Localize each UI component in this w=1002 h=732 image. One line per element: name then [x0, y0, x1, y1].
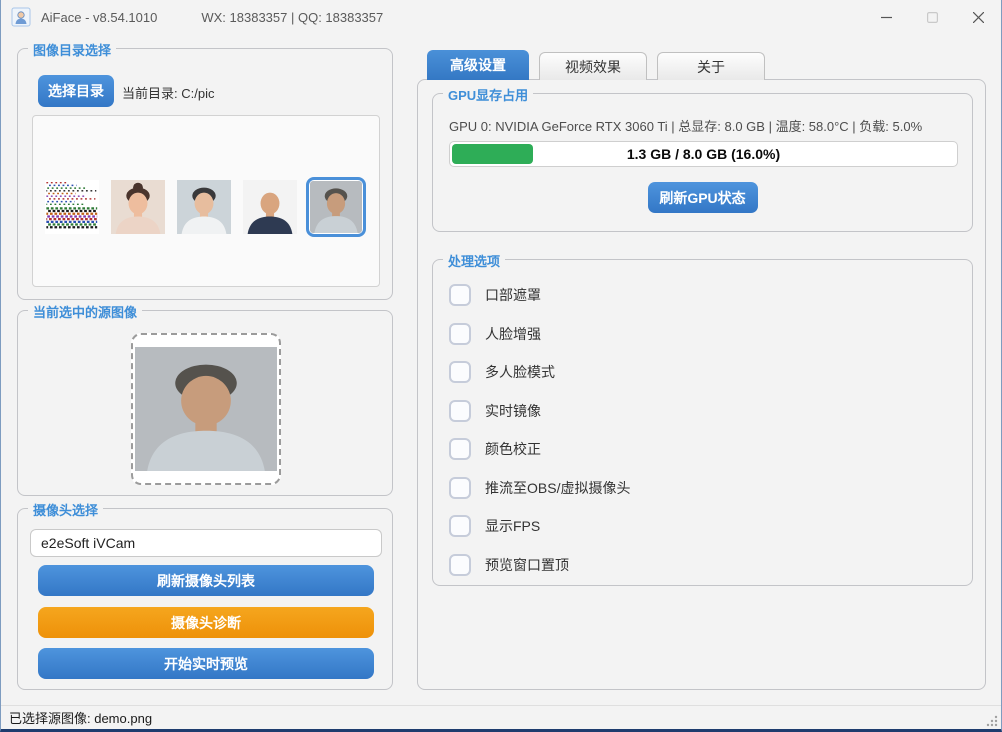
- progress-label: 1.3 GB / 8.0 GB (16.0%): [450, 142, 957, 166]
- processing-options-group: 处理选项 口部遮罩人脸增强多人脸模式实时镜像颜色校正推流至OBS/虚拟摄像头显示…: [432, 259, 973, 586]
- option-row[interactable]: 人脸增强: [449, 323, 541, 345]
- close-icon: [973, 12, 984, 23]
- option-label: 预览窗口置顶: [485, 555, 569, 575]
- thumbnail-young-man[interactable]: [177, 180, 231, 234]
- group-title: 处理选项: [443, 251, 505, 270]
- maximize-icon: [927, 12, 938, 23]
- resize-grip[interactable]: [986, 714, 998, 726]
- camera-group: 摄像头选择 e2eSoft iVCam 刷新摄像头列表 摄像头诊断 开始实时预览: [17, 508, 393, 690]
- group-title: 当前选中的源图像: [28, 302, 142, 321]
- app-logo-icon: [11, 7, 31, 27]
- thumbnail-list: [32, 115, 380, 287]
- thumbnail-bald-man[interactable]: [243, 180, 297, 234]
- option-label: 颜色校正: [485, 439, 541, 459]
- option-row[interactable]: 显示FPS: [449, 515, 540, 537]
- source-image-preview: [131, 333, 281, 485]
- maximize-button[interactable]: [909, 0, 955, 34]
- status-text: 已选择源图像: demo.png: [9, 708, 152, 727]
- option-row[interactable]: 实时镜像: [449, 400, 541, 422]
- checkbox-unchecked-icon[interactable]: [449, 554, 471, 576]
- source-image-group: 当前选中的源图像: [17, 310, 393, 496]
- option-label: 多人脸模式: [485, 362, 555, 382]
- option-label: 口部遮罩: [485, 285, 541, 305]
- contact-info: WX: 18383357 | QQ: 18383357: [201, 10, 383, 25]
- start-live-preview-button[interactable]: 开始实时预览: [38, 648, 374, 679]
- thumbnail-old-man[interactable]: [306, 177, 366, 237]
- group-title: 摄像头选择: [28, 500, 103, 519]
- option-row[interactable]: 颜色校正: [449, 438, 541, 460]
- thumbnail-woman[interactable]: [111, 180, 165, 234]
- gpu-memory-group: GPU显存占用 GPU 0: NVIDIA GeForce RTX 3060 T…: [432, 93, 973, 232]
- checkbox-unchecked-icon[interactable]: [449, 284, 471, 306]
- minimize-icon: [881, 12, 892, 23]
- option-label: 推流至OBS/虚拟摄像头: [485, 478, 630, 498]
- thumbnail-noise[interactable]: [45, 180, 99, 234]
- tab-video-effects[interactable]: 视频效果: [539, 52, 647, 80]
- group-title: 图像目录选择: [28, 40, 116, 59]
- checkbox-unchecked-icon[interactable]: [449, 400, 471, 422]
- option-row[interactable]: 口部遮罩: [449, 284, 541, 306]
- gpu-info-label: GPU 0: NVIDIA GeForce RTX 3060 Ti | 总显存:…: [449, 116, 922, 135]
- refresh-gpu-status-button[interactable]: 刷新GPU状态: [648, 182, 758, 213]
- option-label: 显示FPS: [485, 516, 540, 536]
- option-label: 实时镜像: [485, 401, 541, 421]
- option-label: 人脸增强: [485, 324, 541, 344]
- gpu-memory-progressbar: 1.3 GB / 8.0 GB (16.0%): [449, 141, 958, 167]
- group-title: GPU显存占用: [443, 85, 533, 104]
- checkbox-unchecked-icon[interactable]: [449, 515, 471, 537]
- status-bar: 已选择源图像: demo.png: [1, 705, 1001, 729]
- thumbnail-row: [45, 180, 375, 234]
- choose-directory-button[interactable]: 选择目录: [38, 75, 114, 107]
- checkbox-unchecked-icon[interactable]: [449, 477, 471, 499]
- window-title: AiFace - v8.54.1010: [41, 10, 157, 25]
- minimize-button[interactable]: [863, 0, 909, 34]
- tab-advanced-settings[interactable]: 高级设置: [427, 50, 529, 80]
- app-window: AiFace - v8.54.1010 WX: 18383357 | QQ: 1…: [0, 0, 1002, 732]
- option-row[interactable]: 预览窗口置顶: [449, 554, 569, 576]
- camera-diagnose-button[interactable]: 摄像头诊断: [38, 607, 374, 638]
- close-button[interactable]: [955, 0, 1001, 34]
- current-directory-label: 当前目录: C:/pic: [122, 83, 214, 102]
- settings-pane: GPU显存占用 GPU 0: NVIDIA GeForce RTX 3060 T…: [417, 79, 986, 690]
- refresh-camera-list-button[interactable]: 刷新摄像头列表: [38, 565, 374, 596]
- tab-bar: 高级设置视频效果关于: [427, 50, 775, 80]
- camera-select[interactable]: e2eSoft iVCam: [30, 529, 382, 557]
- checkbox-unchecked-icon[interactable]: [449, 438, 471, 460]
- tab-about[interactable]: 关于: [657, 52, 765, 80]
- image-directory-group: 图像目录选择 选择目录 当前目录: C:/pic: [17, 48, 393, 300]
- option-row[interactable]: 多人脸模式: [449, 361, 555, 383]
- checkbox-unchecked-icon[interactable]: [449, 323, 471, 345]
- option-row[interactable]: 推流至OBS/虚拟摄像头: [449, 477, 630, 499]
- checkbox-unchecked-icon[interactable]: [449, 361, 471, 383]
- title-bar[interactable]: AiFace - v8.54.1010 WX: 18383357 | QQ: 1…: [1, 0, 1001, 34]
